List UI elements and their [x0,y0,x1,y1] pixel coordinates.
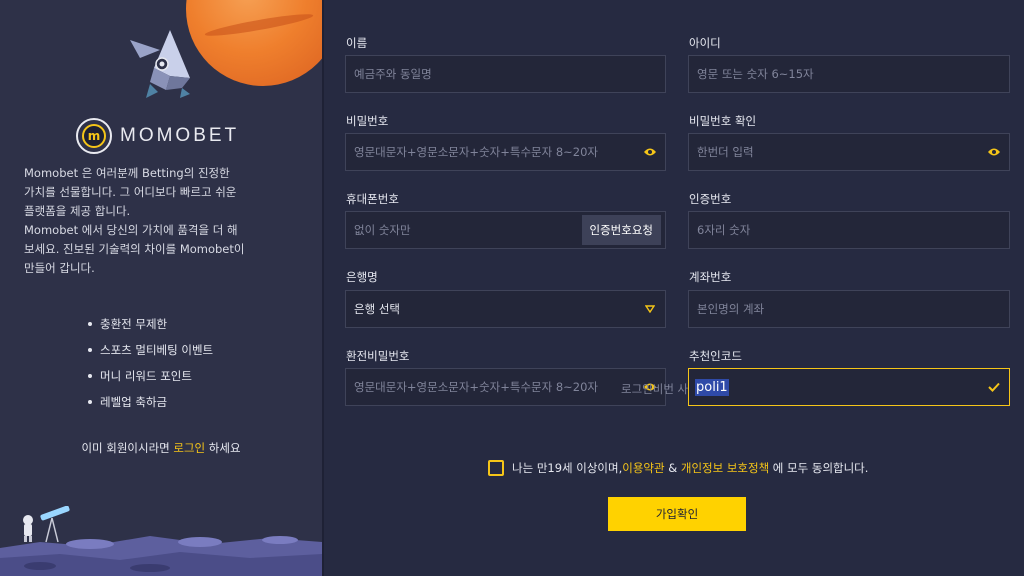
account-field [688,290,1010,328]
password-field [345,133,666,171]
eye-icon[interactable] [639,133,661,171]
logo-letter: m [82,124,106,148]
login-prompt: 이미 회원이시라면 로그인 하세요 [0,440,322,456]
password-confirm-input[interactable] [689,134,983,170]
spaceship-illustration [130,30,190,98]
phone-label: 휴대폰번호 [346,192,399,206]
withdraw-pw-label: 환전비밀번호 [346,349,410,363]
feature-label: 충환전 무제한 [100,317,168,331]
phone-field: 인증번호요청 [345,211,666,249]
feature-label: 스포츠 멀티베팅 이벤트 [100,343,214,357]
signup-submit-button[interactable]: 가입확인 [608,497,746,531]
intro-line: 가치를 선물합니다. 그 어디보다 빠르고 쉬운 [24,185,237,199]
phone-input[interactable] [346,212,582,248]
intro-line: Momobet 에서 당신의 가치에 품격을 더 해 [24,223,238,237]
feature-list: 충환전 무제한 스포츠 멀티베팅 이벤트 머니 리워드 포인트 레벨업 축하금 [88,311,213,415]
password-confirm-label: 비밀번호 확인 [689,114,757,128]
eye-icon[interactable] [983,133,1005,171]
password-confirm-field [688,133,1010,171]
panel-divider [322,0,324,576]
dropdown-arrow-icon [639,305,661,313]
withdraw-pw-field [345,368,666,406]
feature-item: 충환전 무제한 [88,311,213,337]
agree-amp: & [664,461,681,475]
userid-input[interactable] [689,56,1009,92]
feature-label: 머니 리워드 포인트 [100,369,192,383]
bank-select[interactable]: 은행 선택 [345,290,666,328]
name-label: 이름 [346,36,368,50]
password-label: 비밀번호 [346,114,389,128]
intro-line: 보세요. 진보된 기술력의 차이를 Momobet이 [24,242,245,256]
name-input[interactable] [346,56,665,92]
login-link[interactable]: 로그인 [173,441,205,455]
agree-prefix: 나는 만19세 이상이며, [512,461,623,475]
intro-line: Momobet 은 여러분께 Betting의 진정한 [24,166,230,180]
login-suffix: 하세요 [205,441,241,455]
agree-suffix: 에 모두 동의합니다. [769,461,869,475]
feature-item: 머니 리워드 포인트 [88,363,213,389]
signup-page: m MOMOBET Momobet 은 여러분께 Betting의 진정한 가치… [0,0,1024,576]
brand-logo: m MOMOBET [76,118,239,154]
referral-label: 추천인코드 [689,349,742,363]
bullet-icon [88,400,92,404]
request-code-button[interactable]: 인증번호요청 [581,215,661,245]
userid-label: 아이디 [689,36,721,50]
agree-checkbox[interactable] [488,460,504,476]
feature-item: 스포츠 멀티베팅 이벤트 [88,337,213,363]
account-label: 계좌번호 [689,270,732,284]
feature-label: 레벨업 축하금 [100,395,168,409]
auth-code-input[interactable] [689,212,1009,248]
name-field [345,55,666,93]
terms-link[interactable]: 이용약관 [622,460,664,476]
bullet-icon [88,348,92,352]
referral-input[interactable]: poli1 [689,369,983,405]
check-icon [983,368,1005,406]
password-input[interactable] [346,134,639,170]
brand-name: MOMOBET [120,125,240,146]
intro-description: Momobet 은 여러분께 Betting의 진정한 가치를 선물합니다. 그… [24,164,314,278]
logo-mark: m [76,118,112,154]
bank-selected-value: 은행 선택 [354,302,400,316]
auth-code-field [688,211,1010,249]
moon-surface-illustration [0,506,322,576]
telescope-icon [40,506,70,543]
account-input[interactable] [689,291,1009,327]
intro-line: 만들어 갑니다. [24,261,95,275]
autofill-overlay-text: 로그인비번 사 [621,382,689,396]
auth-code-label: 인증번호 [689,192,732,206]
bullet-icon [88,322,92,326]
withdraw-pw-input[interactable] [346,369,639,405]
planet-illustration [186,0,322,86]
intro-line: 플랫폼을 제공 합니다. [24,204,131,218]
referral-field[interactable]: poli1 [688,368,1010,406]
feature-item: 레벨업 축하금 [88,389,213,415]
astronaut-icon [23,515,33,542]
userid-field [688,55,1010,93]
login-prefix: 이미 회원이시라면 [81,441,174,455]
intro-panel: m MOMOBET Momobet 은 여러분께 Betting의 진정한 가치… [0,0,322,576]
referral-value: poli1 [695,378,729,396]
agreement-row: 나는 만19세 이상이며, 이용약관 & 개인정보 보호정책 에 모두 동의합니다… [488,460,868,476]
bank-label: 은행명 [346,270,378,284]
privacy-link[interactable]: 개인정보 보호정책 [681,460,769,476]
bullet-icon [88,374,92,378]
